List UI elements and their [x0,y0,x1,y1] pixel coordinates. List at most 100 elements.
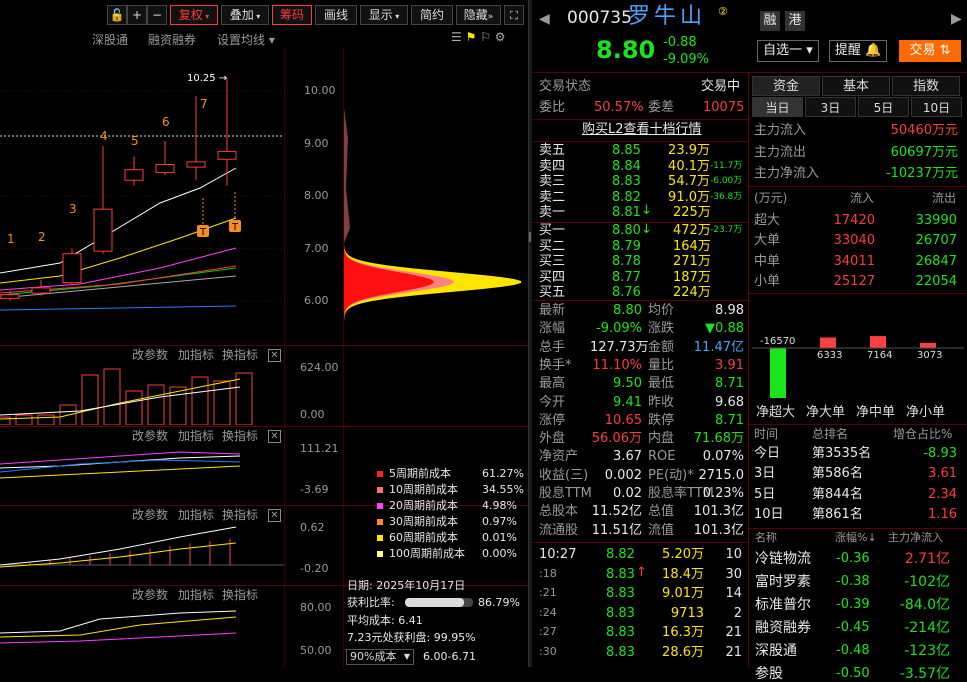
close-icon[interactable]: ✕ [268,509,281,522]
zoom-in-button[interactable]: + [127,5,147,25]
huan-zhibiao-link[interactable]: 换指标 [222,509,258,521]
huan-zhibiao-link[interactable]: 换指标 [222,589,258,601]
indicator-chart [0,451,241,479]
rank-ratio: -8.93 [923,446,957,461]
panel-tick: 111.21 [300,442,339,455]
panel-tick: 50.00 [300,644,332,657]
tick-time: :27 [539,625,557,638]
board-name[interactable]: 参股 [755,667,783,681]
board-net: -102亿 [904,574,950,590]
board-net: 2.71亿 [904,551,950,567]
zixuan-dropdown[interactable]: 自选一 ▾ [757,40,819,62]
huan-zhibiao-link[interactable]: 换指标 [222,430,258,442]
jia-zhibiao-link[interactable]: 加指标 [178,509,214,521]
board-name[interactable]: 深股通 [755,644,797,658]
stat-value: 9.50 [613,376,642,392]
volume-bar [235,372,253,425]
board-name[interactable]: 富时罗素 [755,575,811,589]
fund-label: 主力流入 [754,123,807,138]
rongzi-link[interactable]: 融资融券 [148,34,196,46]
stock-name: 罗牛山 [628,4,707,29]
xianshi-dropdown[interactable]: 显示 ▾ [360,5,408,25]
lock-button[interactable]: 🔓 [107,5,127,25]
price-pct: -9.09% [663,52,709,67]
yincang-button[interactable]: 隐藏» [456,5,501,25]
up-arrow-icon: ↑ [636,565,647,580]
fund-tab-2[interactable]: 指数 [892,76,960,96]
fund-day-2[interactable]: 5日 [858,97,909,117]
fund-value: 60697万元 [890,145,958,160]
splitter[interactable] [528,0,532,667]
gai-canshu-link[interactable]: 改参数 [132,349,168,361]
huan-zhibiao-link[interactable]: 换指标 [222,349,258,361]
gang-tag[interactable]: 港 [785,11,805,31]
panel-tick: 0.00 [300,408,325,421]
cost-select[interactable]: 90%成本 ▼ [346,649,414,665]
fund-label: 主力净流入 [754,166,820,181]
legend-label: 30周期前成本 [389,515,458,528]
quote-header: ◀ 000735 罗牛山 ② 融 港 ▶ 8.80 -0.88 -9.09% 自… [533,0,967,72]
prev-stock-icon[interactable]: ◀ [539,12,550,26]
fullscreen-button[interactable]: ⛶ [504,5,524,25]
tixing-button[interactable]: 提醒 🔔 [829,40,887,62]
chip-tools[interactable]: ☰ ⚑ ⚐ ⚙ [451,30,506,44]
board-name[interactable]: 冷链物流 [755,552,811,566]
tick-volume: 18.4万 [662,566,704,582]
shengutong-link[interactable]: 深股通 [92,34,128,46]
chouma-button[interactable]: 筹码 [272,5,312,25]
gai-canshu-link[interactable]: 改参数 [132,430,168,442]
stat-value: 11.47亿 [693,339,744,355]
chart-area: 🔓 + − 复权 ▾ 叠加 ▾ 筹码 画线 显示 ▾ 简约 隐藏» ⛶ 深股通 … [0,0,528,668]
rank-period: 10日 [754,506,784,522]
fund-day-3[interactable]: 10日 [911,97,962,117]
board-name[interactable]: 标准普尔 [755,598,811,612]
board-name[interactable]: 融资融券 [755,621,811,635]
rank-ratio: 2.34 [928,486,957,502]
ob-price: 8.80 [612,223,641,238]
stat-label: 股息TTM [539,486,592,501]
diejia-dropdown[interactable]: 叠加 ▾ [221,5,269,25]
dropdown-icon: ▼ [403,652,410,661]
gai-canshu-link[interactable]: 改参数 [132,509,168,521]
flag-icon: ⚑ [465,30,477,44]
ob-change: -36.8万 [710,191,743,202]
price-tick: 9.00 [304,136,329,150]
jianyue-button[interactable]: 简约 [411,5,453,25]
fund-tab-0[interactable]: 资金 [752,76,820,96]
huaxian-button[interactable]: 画线 [315,5,357,25]
stat-value: -9.09% [596,321,642,337]
fund-day-0[interactable]: 当日 [752,97,803,117]
close-icon[interactable]: ✕ [268,349,281,362]
kdj-line [0,632,237,644]
wave-label: 3 [69,202,77,216]
next-stock-icon[interactable]: ▶ [951,12,962,26]
jiaoyi-button[interactable]: 交易 ⇅ [899,40,961,62]
current-price: 8.80 [596,36,656,64]
tick-count: 10 [725,547,742,562]
legend-label: 5周期前成本 [389,467,451,480]
l2-link[interactable]: 购买L2查看十档行情 [582,123,702,136]
gai-canshu-link[interactable]: 改参数 [132,589,168,601]
fund-bar [870,336,886,348]
fuquan-dropdown[interactable]: 复权 ▾ [170,5,218,25]
swap-icon: ⇅ [939,43,951,58]
weibi-label: 委比 [539,100,566,115]
fund-day-1[interactable]: 3日 [805,97,856,117]
close-icon[interactable]: ✕ [268,430,281,443]
chip-date: 日期: 2025年10月17日 [347,579,466,592]
tick-count: 30 [725,566,742,582]
ob-price: 8.77 [612,269,641,285]
jia-zhibiao-link[interactable]: 加指标 [178,349,214,361]
jia-zhibiao-link[interactable]: 加指标 [178,430,214,442]
tick-count: 2 [733,605,742,621]
rong-tag[interactable]: 融 [760,11,780,31]
tick-price: 8.83 [606,586,635,601]
ma-setting-dropdown[interactable]: 设置均线 ▾ [217,34,275,46]
indicator-chart [0,526,284,568]
fund-bar [920,342,936,348]
board-net: -123亿 [904,643,950,659]
zoom-out-button[interactable]: − [147,5,167,25]
jia-zhibiao-link[interactable]: 加指标 [178,589,214,601]
candle-body [217,150,237,160]
fund-tab-1[interactable]: 基本 [822,76,890,96]
